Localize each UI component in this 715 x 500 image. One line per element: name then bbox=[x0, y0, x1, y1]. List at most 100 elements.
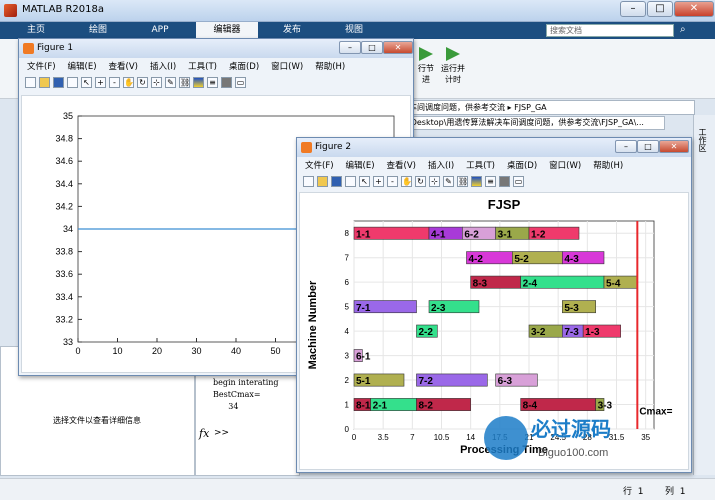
y-tick-label: 6 bbox=[345, 278, 350, 287]
fig1-maximize-button[interactable]: □ bbox=[361, 41, 383, 54]
fig1-close-button[interactable]: ✕ bbox=[383, 41, 413, 54]
y-tick-label: 34 bbox=[63, 224, 73, 234]
menu-window[interactable]: 窗口(W) bbox=[543, 157, 587, 172]
search-icon[interactable]: ⌕ bbox=[680, 24, 686, 35]
fig2-maximize-button[interactable]: □ bbox=[637, 140, 659, 153]
row-indicator: 行 1 bbox=[623, 487, 644, 497]
y-tick-label: 3 bbox=[345, 352, 350, 361]
open-icon[interactable] bbox=[317, 175, 328, 187]
zoom-out-icon[interactable]: - bbox=[109, 76, 120, 88]
hide-plot-tools-icon[interactable] bbox=[499, 175, 510, 187]
brush-icon[interactable]: ✎ bbox=[165, 76, 176, 88]
cmd-line: begin interating bbox=[213, 378, 279, 387]
workspace-strip[interactable]: 工作区 bbox=[693, 115, 715, 475]
save-icon[interactable] bbox=[331, 175, 342, 187]
menu-file[interactable]: 文件(F) bbox=[299, 157, 340, 172]
pan-icon[interactable]: ✋ bbox=[123, 76, 134, 88]
task-label: 7-2 bbox=[419, 376, 434, 387]
save-icon[interactable] bbox=[53, 76, 64, 88]
y-axis-label: Machine Number bbox=[307, 280, 319, 369]
menu-desktop[interactable]: 桌面(D) bbox=[501, 157, 543, 172]
link-icon[interactable]: ⛓ bbox=[457, 175, 468, 187]
file-path-bar[interactable]: \Desktop\用遗传算法解决车间调度问题，供参考交流\FJSP_GA\... bbox=[405, 116, 665, 130]
open-icon[interactable] bbox=[39, 76, 50, 88]
menu-insert[interactable]: 插入(I) bbox=[422, 157, 460, 172]
x-tick-label: 40 bbox=[231, 346, 241, 356]
new-figure-icon[interactable] bbox=[303, 175, 314, 187]
show-plot-tools-icon[interactable]: ▭ bbox=[235, 76, 246, 88]
colorbar-icon[interactable] bbox=[471, 175, 482, 187]
pan-icon[interactable]: ✋ bbox=[401, 175, 412, 187]
menu-file[interactable]: 文件(F) bbox=[21, 58, 62, 73]
menu-view[interactable]: 查看(V) bbox=[381, 157, 422, 172]
legend-icon[interactable]: ≡ bbox=[207, 76, 218, 88]
x-tick-label: 7 bbox=[410, 433, 415, 442]
tab-view[interactable]: 视图 bbox=[328, 22, 380, 39]
menu-insert[interactable]: 插入(I) bbox=[144, 58, 182, 73]
y-tick-label: 8 bbox=[345, 229, 350, 238]
pointer-icon[interactable]: ↖ bbox=[359, 175, 370, 187]
menu-tools[interactable]: 工具(T) bbox=[182, 58, 223, 73]
command-prompt[interactable]: >> bbox=[214, 428, 229, 438]
menu-tools[interactable]: 工具(T) bbox=[460, 157, 501, 172]
tab-apps[interactable]: APP bbox=[134, 22, 186, 39]
colorbar-icon[interactable] bbox=[193, 76, 204, 88]
print-icon[interactable] bbox=[345, 175, 356, 187]
zoom-in-icon[interactable]: + bbox=[95, 76, 106, 88]
fig1-minimize-button[interactable]: – bbox=[339, 41, 361, 54]
zoom-out-icon[interactable]: - bbox=[387, 175, 398, 187]
link-icon[interactable]: ⛓ bbox=[179, 76, 190, 88]
legend-icon[interactable]: ≡ bbox=[485, 175, 496, 187]
minimize-button[interactable]: – bbox=[620, 1, 646, 17]
fig2-minimize-button[interactable]: – bbox=[615, 140, 637, 153]
x-tick-label: 0 bbox=[352, 433, 357, 442]
menu-window[interactable]: 窗口(W) bbox=[265, 58, 309, 73]
task-label: 4-1 bbox=[431, 229, 446, 240]
task-label: 3-1 bbox=[498, 229, 513, 240]
app-title: MATLAB R2018a bbox=[22, 4, 105, 15]
fig2-close-button[interactable]: ✕ bbox=[659, 140, 689, 153]
fx-icon: fx bbox=[199, 427, 210, 440]
status-bar: 行 1 列 1 bbox=[0, 478, 715, 500]
menu-edit[interactable]: 编辑(E) bbox=[340, 157, 381, 172]
figure-icon bbox=[23, 43, 34, 54]
figure-2-toolbar: ↖ + - ✋ ↻ ⊹ ✎ ⛓ ≡ ▭ bbox=[303, 173, 524, 189]
tab-home[interactable]: 主页 bbox=[10, 22, 62, 39]
task-label: 3-2 bbox=[531, 327, 546, 338]
show-plot-tools-icon[interactable]: ▭ bbox=[513, 175, 524, 187]
menu-desktop[interactable]: 桌面(D) bbox=[223, 58, 265, 73]
menu-view[interactable]: 查看(V) bbox=[103, 58, 144, 73]
x-tick-label: 3.5 bbox=[378, 433, 390, 442]
datatip-icon[interactable]: ⊹ bbox=[429, 175, 440, 187]
zoom-in-icon[interactable]: + bbox=[373, 175, 384, 187]
brush-icon[interactable]: ✎ bbox=[443, 175, 454, 187]
menu-help[interactable]: 帮助(H) bbox=[587, 157, 629, 172]
tab-publish[interactable]: 发布 bbox=[266, 22, 318, 39]
menu-help[interactable]: 帮助(H) bbox=[309, 58, 351, 73]
search-input[interactable]: 搜索文档 bbox=[546, 24, 674, 37]
y-tick-label: 33.6 bbox=[55, 269, 73, 279]
address-bar[interactable]: 车间调度问题，供参考交流 ▸ FJSP_GA bbox=[405, 100, 695, 115]
rotate-icon[interactable]: ↻ bbox=[415, 175, 426, 187]
watermark-url: Biguo100.com bbox=[538, 447, 608, 459]
new-figure-icon[interactable] bbox=[25, 76, 36, 88]
maximize-button[interactable]: □ bbox=[647, 1, 673, 17]
tab-plots[interactable]: 绘图 bbox=[72, 22, 124, 39]
rotate-icon[interactable]: ↻ bbox=[137, 76, 148, 88]
task-label: 8-1 bbox=[356, 401, 371, 412]
x-tick-label: 10.5 bbox=[434, 433, 450, 442]
menu-edit[interactable]: 编辑(E) bbox=[62, 58, 103, 73]
close-button[interactable]: ✕ bbox=[674, 1, 714, 17]
tab-editor[interactable]: 编辑器 bbox=[196, 22, 258, 39]
pointer-icon[interactable]: ↖ bbox=[81, 76, 92, 88]
print-icon[interactable] bbox=[67, 76, 78, 88]
task-label: 1-3 bbox=[585, 327, 600, 338]
task-label: 5-3 bbox=[564, 303, 579, 314]
run-time-icon bbox=[446, 47, 460, 61]
cmd-line: BestCmax= bbox=[213, 390, 261, 399]
datatip-icon[interactable]: ⊹ bbox=[151, 76, 162, 88]
y-tick-label: 1 bbox=[345, 401, 350, 410]
figure-2-titlebar: Figure 2 – □ ✕ bbox=[297, 138, 691, 157]
run-and-time-button[interactable]: 运行并 计时 bbox=[437, 47, 469, 85]
hide-plot-tools-icon[interactable] bbox=[221, 76, 232, 88]
